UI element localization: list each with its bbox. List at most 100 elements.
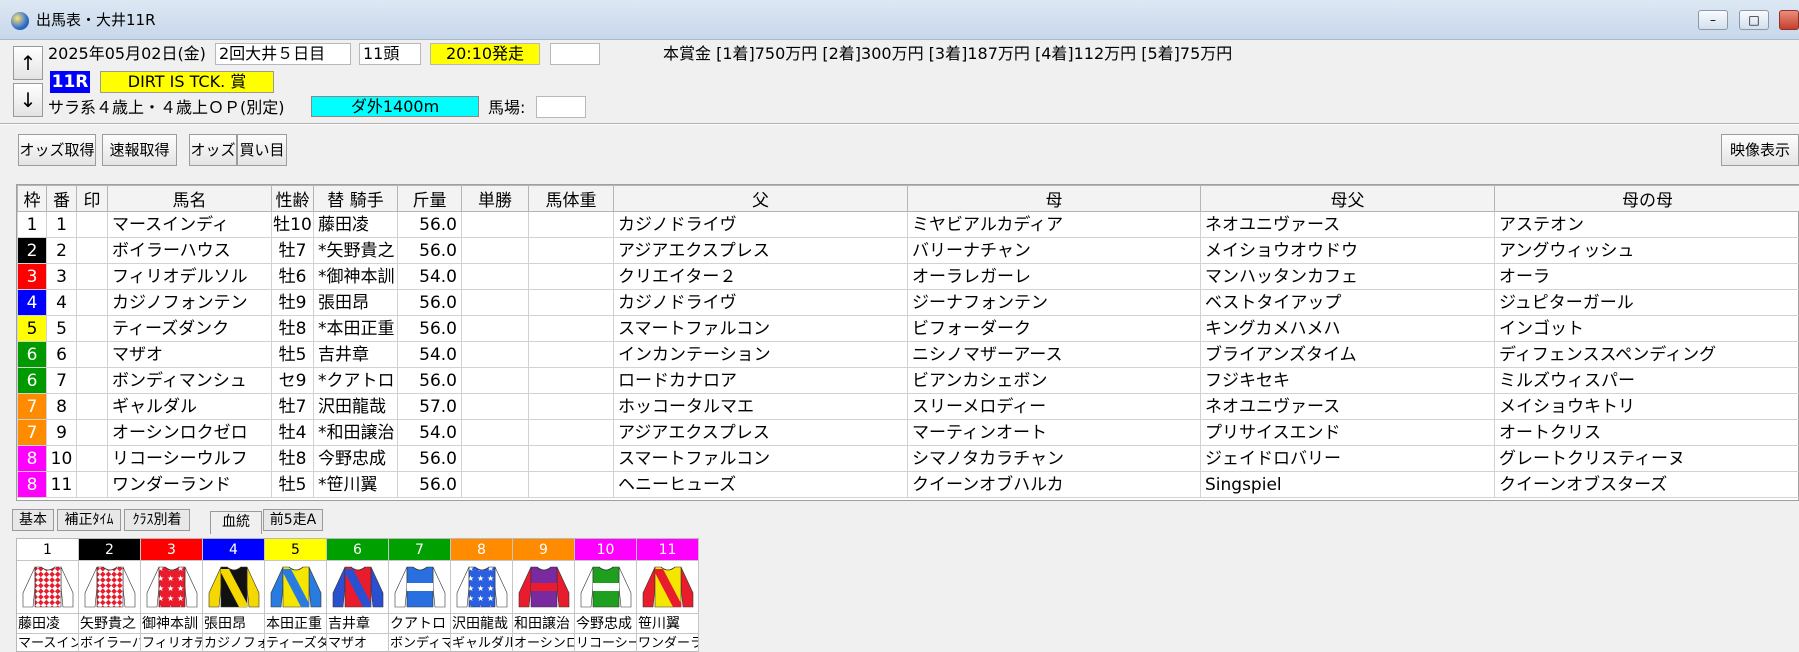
odds-button[interactable]: オッズ <box>189 134 237 166</box>
silk-card[interactable]: 1 藤田凌 マースイン <box>17 539 79 652</box>
cell-win-odds <box>461 419 529 446</box>
silk-jockey-name: 沢田龍哉 <box>451 613 512 633</box>
cell-win-odds <box>461 341 529 368</box>
col-header-jockey[interactable]: 替 騎手 <box>313 185 398 212</box>
cell-damsire: ベストタイアップ <box>1200 289 1495 316</box>
maximize-button[interactable]: □ <box>1739 10 1769 30</box>
cell-body-weight <box>528 341 614 368</box>
cell-sire: ロードカナロア <box>613 367 908 394</box>
cell-sex-age: 牡8 <box>271 315 314 342</box>
cell-weight: 56.0 <box>397 471 462 498</box>
bets-button[interactable]: 買い目 <box>237 134 287 166</box>
silk-number: 4 <box>203 539 264 561</box>
table-row[interactable]: 5 5 ティーズダンク 牡8 *本田正重 56.0 スマートファルコン ビフォーダーク キングカ… <box>17 315 1799 342</box>
col-header-sexage[interactable]: 性齢 <box>271 185 314 212</box>
going-input[interactable] <box>536 96 586 118</box>
table-row[interactable]: 2 2 ボイラーハウス 牡7 *矢野貴之 56.0 アジアエクスプレス バリーナチャン メイショ… <box>17 237 1799 264</box>
quick-fetch-button[interactable]: 速報取得 <box>102 134 177 166</box>
silk-jockey-name: 藤田凌 <box>17 613 78 633</box>
table-row[interactable]: 4 4 カジノフォンテン 牡9 張田昂 56.0 カジノドライヴ ジーナフォンテン ベストタイ… <box>17 289 1799 316</box>
col-header-umaban[interactable]: 番 <box>46 185 77 212</box>
cell-damsire: マンハッタンカフェ <box>1200 263 1495 290</box>
jockey-silk-icon <box>208 566 259 608</box>
cell-sire: ホッコータルマエ <box>613 393 908 420</box>
table-row[interactable]: 8 11 ワンダーランド 牡5 *笹川翼 56.0 ヘニーヒューズ クイーンオブハルカ Sing… <box>17 471 1799 498</box>
cell-damsire: ブライアンズタイム <box>1200 341 1495 368</box>
tab-basic[interactable]: 基本 <box>12 509 54 531</box>
silk-card[interactable]: 10 今野忠成 リコーシー <box>575 539 637 652</box>
jockey-silk-icon <box>580 566 631 608</box>
cell-sire: スマートファルコン <box>613 445 908 472</box>
tab-pedigree[interactable]: 血統 <box>210 511 262 534</box>
table-row[interactable]: 7 9 オーシンロクゼロ 牡4 *和田譲治 54.0 アジアエクスプレス マーティンオート プリ… <box>17 419 1799 446</box>
cell-damdam: クイーンオブスターズ <box>1494 471 1799 498</box>
race-name: DIRT IS TCK. 賞 <box>100 71 274 93</box>
silk-card[interactable]: 3 ★ 御神本訓フィリオデ <box>141 539 203 652</box>
silk-jockey-name: 今野忠成 <box>575 613 636 633</box>
silk-card[interactable]: 7 クアトロ ボンディマ <box>389 539 451 652</box>
tab-class-results[interactable]: ｸﾗｽ別着 <box>124 509 190 531</box>
silk-card[interactable]: 6 吉井章 マザオ <box>327 539 389 652</box>
table-row[interactable]: 8 10 リコーシーウルフ 牡8 今野忠成 56.0 スマートファルコン シマノタカラチャン… <box>17 445 1799 472</box>
table-row[interactable]: 6 6 マザオ 牡5 吉井章 54.0 インカンテーション ニシノマザーアース ブライアンズタ… <box>17 341 1799 368</box>
silk-card[interactable]: 11 笹川翼 ワンダーラ <box>637 539 699 652</box>
silk-horse-name: ワンダーラ <box>637 633 698 652</box>
next-race-button[interactable]: ↓ <box>13 83 43 117</box>
cell-jockey: *本田正重 <box>313 315 398 342</box>
col-header-damsire[interactable]: 母父 <box>1200 185 1495 212</box>
silk-card[interactable]: 4 張田昂 カジノフォ <box>203 539 265 652</box>
silk-number: 8 <box>451 539 512 561</box>
silk-card[interactable]: 9 和田譲治 オーシンロ <box>513 539 575 652</box>
cell-damsire: ジェイドロバリー <box>1200 445 1495 472</box>
tab-last5[interactable]: 前5走A <box>263 509 323 531</box>
silk-number: 11 <box>637 539 698 561</box>
jockey-silks-panel: 1藤田凌マースイン2矢野貴之ボイラーハ3★御神本訓フィリオデ4張田昂カジノフォ5… <box>16 538 699 652</box>
col-header-damdam[interactable]: 母の母 <box>1494 185 1799 212</box>
col-header-horse[interactable]: 馬名 <box>107 185 272 212</box>
cell-weight: 56.0 <box>397 315 462 342</box>
window-title: 出馬表・大井11R <box>36 11 156 29</box>
runner-count: 11頭 <box>359 43 421 65</box>
cell-horse-name: オーシンロクゼロ <box>107 419 272 446</box>
cell-jockey: 沢田龍哉 <box>313 393 398 420</box>
cell-jockey: *矢野貴之 <box>313 237 398 264</box>
cell-umaban: 7 <box>46 367 77 394</box>
cell-sire: スマートファルコン <box>613 315 908 342</box>
race-date: 2025年05月02日(金) <box>48 44 206 63</box>
silk-card[interactable]: 8 ★ 沢田龍哉ギャルダル <box>451 539 513 652</box>
table-row[interactable]: 7 8 ギャルダル 牡7 沢田龍哉 57.0 ホッコータルマエ スリーメロディー ネオユニヴァ… <box>17 393 1799 420</box>
video-button[interactable]: 映像表示 <box>1721 134 1799 166</box>
cell-weight: 57.0 <box>397 393 462 420</box>
silk-card[interactable]: 2 矢野貴之 ボイラーハ <box>79 539 141 652</box>
table-row[interactable]: 1 1 マースインディ 牡10 藤田凌 56.0 カジノドライヴ ミヤビアルカディア ネオユニ… <box>17 211 1799 238</box>
cell-damdam: インゴット <box>1494 315 1799 342</box>
silk-number: 1 <box>17 539 78 561</box>
cell-waku: 6 <box>17 341 47 368</box>
cell-body-weight <box>528 263 614 290</box>
table-row[interactable]: 6 7 ボンディマンシュ セ9 *クアトロ 56.0 ロードカナロア ビアンカシェボン フジキセ… <box>17 367 1799 394</box>
col-header-dam[interactable]: 母 <box>907 185 1201 212</box>
silk-number: 6 <box>327 539 388 561</box>
cell-dam: マーティンオート <box>907 419 1201 446</box>
cell-sex-age: 牡4 <box>271 419 314 446</box>
cell-waku: 7 <box>17 393 47 420</box>
cell-jockey: *和田譲治 <box>313 419 398 446</box>
cell-sex-age: 牡9 <box>271 289 314 316</box>
col-header-body-weight[interactable]: 馬体重 <box>528 185 614 212</box>
cell-body-weight <box>528 393 614 420</box>
cell-sex-age: 牡5 <box>271 471 314 498</box>
col-header-waku[interactable]: 枠 <box>17 185 47 212</box>
cell-umaban: 2 <box>46 237 77 264</box>
prev-race-button[interactable]: ↑ <box>13 46 43 80</box>
cell-horse-name: フィリオデルソル <box>107 263 272 290</box>
odds-fetch-button[interactable]: オッズ取得 <box>18 134 96 166</box>
table-row[interactable]: 3 3 フィリオデルソル 牡6 *御神本訓 54.0 クリエイター２ オーラレガーレ マンハッタ… <box>17 263 1799 290</box>
close-button[interactable] <box>1779 10 1799 30</box>
col-header-win-odds[interactable]: 単勝 <box>461 185 529 212</box>
tab-adjusted-time[interactable]: 補正ﾀｲﾑ <box>57 509 121 531</box>
col-header-mark[interactable]: 印 <box>76 185 108 212</box>
col-header-weight[interactable]: 斤量 <box>397 185 462 212</box>
minimize-button[interactable]: – <box>1698 10 1728 30</box>
silk-card[interactable]: 5 本田正重 ティーズダ <box>265 539 327 652</box>
col-header-sire[interactable]: 父 <box>613 185 908 212</box>
